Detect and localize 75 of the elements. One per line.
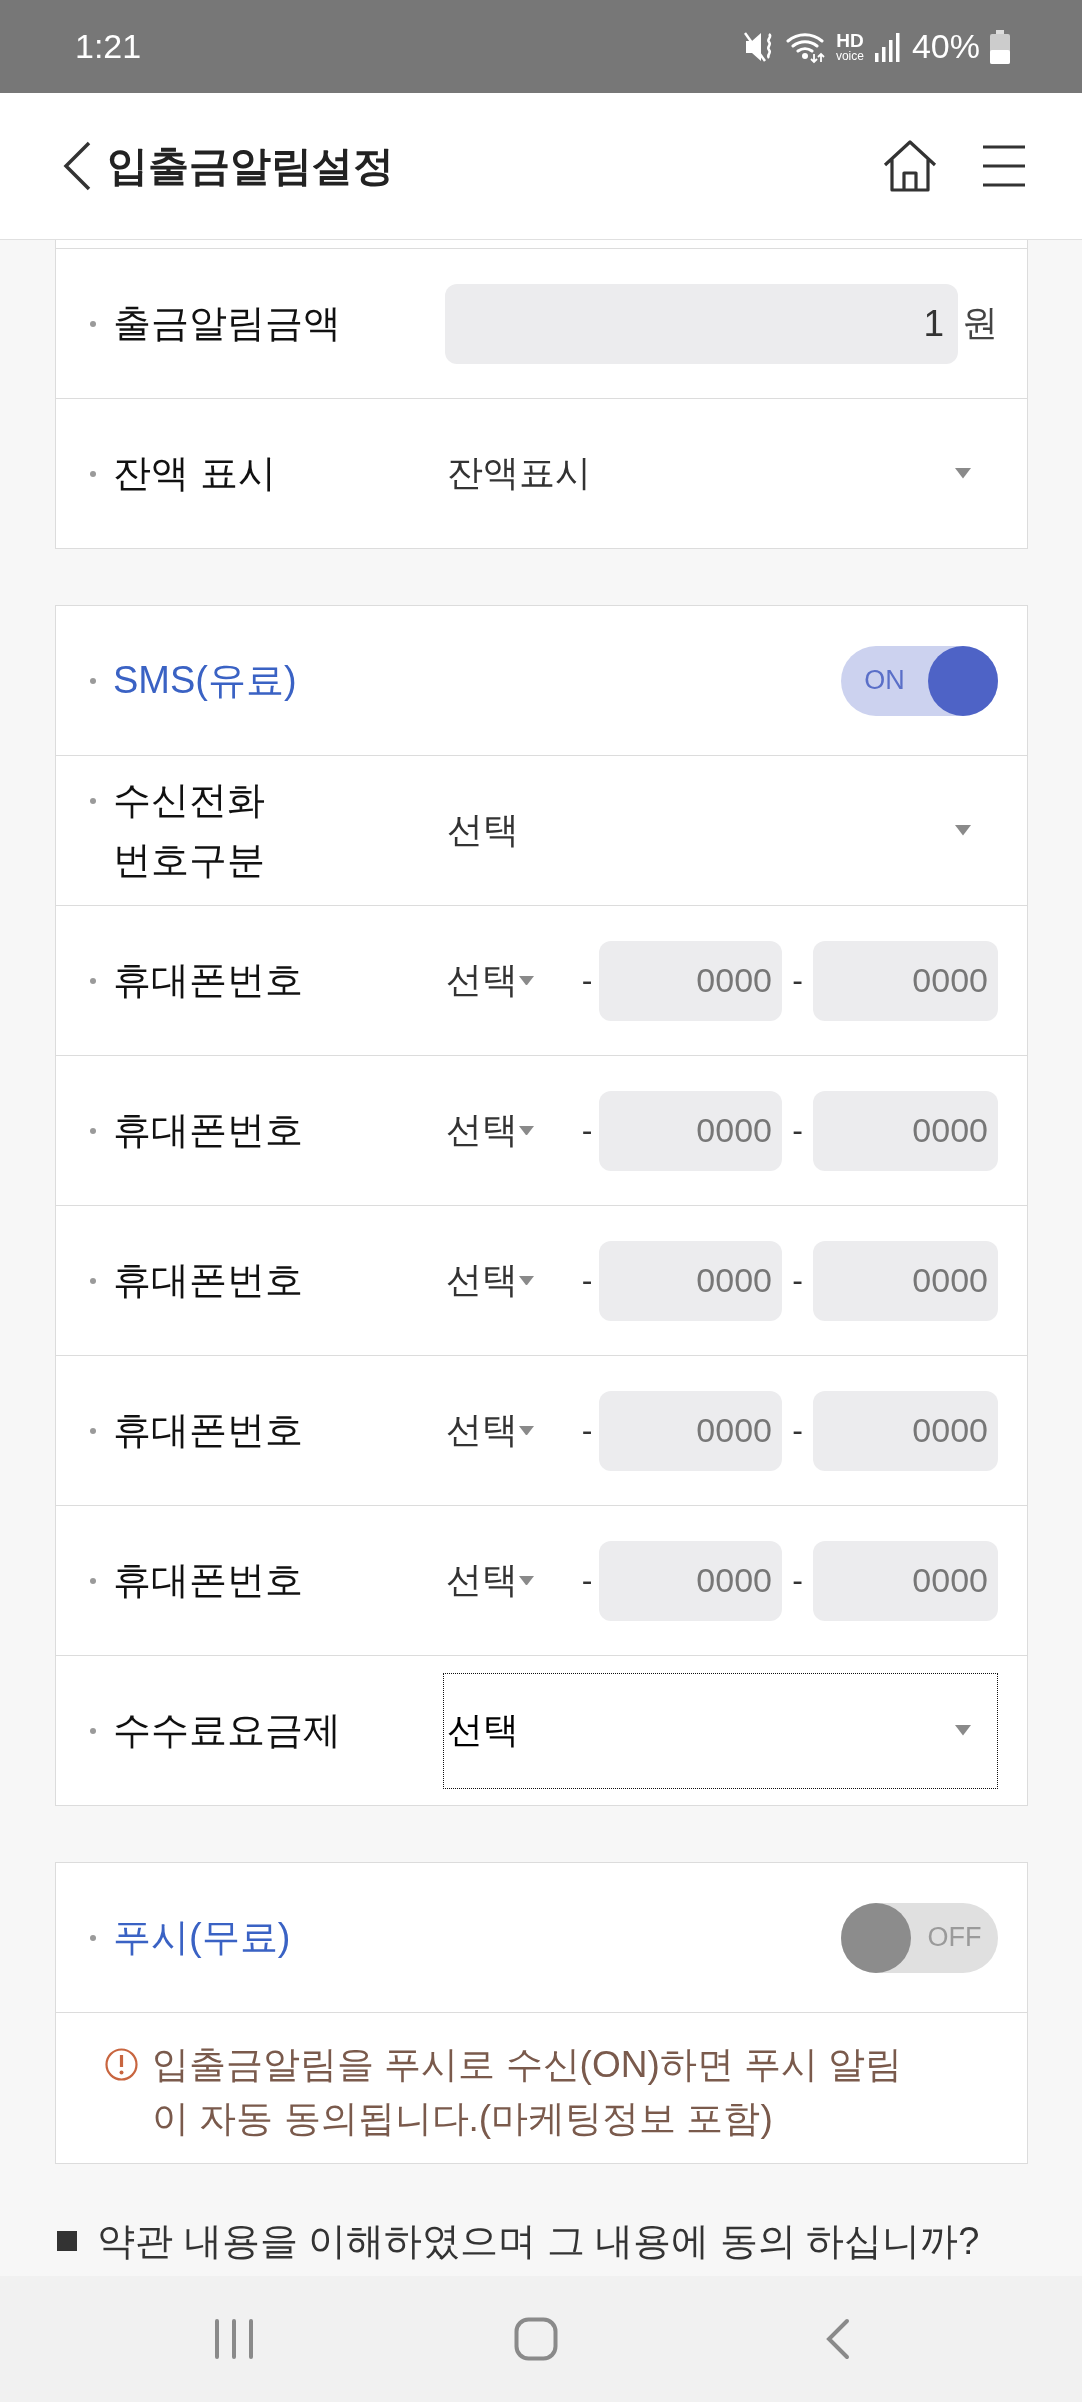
field-label: 휴대폰번호 — [113, 1407, 303, 1453]
bullet-icon — [90, 1934, 96, 1941]
phone-input[interactable]: 0000 — [813, 1390, 998, 1471]
phone-input[interactable]: 0000 — [599, 940, 782, 1021]
phone-input[interactable]: 0000 — [813, 1090, 998, 1171]
separator: - — [791, 1412, 804, 1449]
square-bullet-icon — [57, 2231, 77, 2251]
bullet-icon — [90, 1727, 96, 1734]
caret-icon — [519, 975, 534, 986]
bullet-icon — [90, 797, 96, 804]
separator: - — [580, 1262, 594, 1299]
hd-label: HD — [836, 31, 864, 50]
back-icon[interactable] — [63, 141, 91, 191]
bullet-icon — [90, 470, 96, 477]
currency-unit: 원 — [962, 301, 998, 345]
prefix-dropdown[interactable]: 선택 — [445, 1390, 575, 1471]
prefix-dropdown[interactable]: 선택 — [445, 1090, 575, 1171]
status-time: 1:21 — [75, 27, 142, 66]
separator: - — [791, 962, 804, 999]
notice-text: 입출금알림을 푸시로 수신(ON)하면 푸시 알림이 자동 동의됩니다.(마케팅정보 포함) — [152, 2043, 904, 2141]
phone-input[interactable]: 0000 — [599, 1390, 782, 1471]
field-label: 출금알림금액 — [113, 300, 341, 346]
recent-apps-icon[interactable] — [214, 2319, 254, 2359]
menu-icon[interactable] — [983, 145, 1025, 187]
voice-label: voice — [835, 50, 864, 62]
prefix-dropdown[interactable]: 선택 — [445, 1240, 575, 1321]
dropdown-select[interactable]: 선택 — [443, 1672, 998, 1789]
caret-icon — [955, 1725, 971, 1736]
caret-icon — [519, 1425, 534, 1436]
separator: - — [580, 1562, 594, 1599]
dropdown-select[interactable]: 선택 — [443, 772, 998, 889]
bullet-icon — [90, 677, 96, 684]
field-label: 수수료요금제 — [113, 1707, 341, 1753]
exclamation-icon — [105, 2048, 138, 2081]
home-icon[interactable] — [883, 140, 937, 192]
bullet-icon — [90, 1127, 96, 1134]
dropdown-select[interactable]: 잔액표시 — [443, 415, 998, 532]
phone-input[interactable]: 0000 — [813, 940, 998, 1021]
battery-icon — [990, 29, 1010, 64]
signal-icon — [873, 31, 902, 62]
caret-icon — [519, 1575, 534, 1586]
caret-icon — [519, 1125, 534, 1136]
separator: - — [791, 1262, 804, 1299]
field-label: 휴대폰번호 — [113, 1557, 303, 1603]
phone-input[interactable]: 0000 — [599, 1540, 782, 1621]
field-label: 휴대폰번호 — [113, 1257, 303, 1303]
field-label: 수신전화 번호구분 — [113, 777, 265, 883]
bullet-icon — [90, 1277, 96, 1284]
phone-input[interactable]: 0000 — [599, 1240, 782, 1321]
bullet-icon — [90, 320, 96, 327]
agreement-question: 약관 내용을 이해하였으며 그 내용에 동의 하십니까? — [97, 2218, 980, 2264]
phone-input[interactable]: 0000 — [813, 1240, 998, 1321]
page-title: 입출금알림설정 — [107, 141, 395, 191]
bullet-icon — [90, 977, 96, 984]
separator: - — [791, 1562, 804, 1599]
bullet-icon — [90, 1577, 96, 1584]
prefix-dropdown[interactable]: 선택 — [445, 1540, 575, 1621]
phone-input[interactable]: 0000 — [599, 1090, 782, 1171]
battery-percent: 40% — [911, 27, 980, 66]
bullet-icon — [90, 1427, 96, 1434]
section-title: 푸시(무료) — [113, 1914, 291, 1960]
field-label: 잔액 표시 — [113, 450, 276, 496]
section-title: SMS(유료) — [113, 657, 297, 703]
separator: - — [580, 1412, 594, 1449]
caret-icon — [955, 468, 971, 479]
caret-icon — [519, 1275, 534, 1286]
caret-icon — [955, 825, 971, 836]
prefix-dropdown[interactable]: 선택 — [445, 940, 575, 1021]
separator: - — [580, 962, 594, 999]
field-label: 휴대폰번호 — [113, 957, 303, 1003]
separator: - — [791, 1112, 804, 1149]
amount-input[interactable]: 1 — [445, 283, 958, 364]
separator: - — [580, 1112, 594, 1149]
phone-input[interactable]: 0000 — [813, 1540, 998, 1621]
field-label: 휴대폰번호 — [113, 1107, 303, 1153]
